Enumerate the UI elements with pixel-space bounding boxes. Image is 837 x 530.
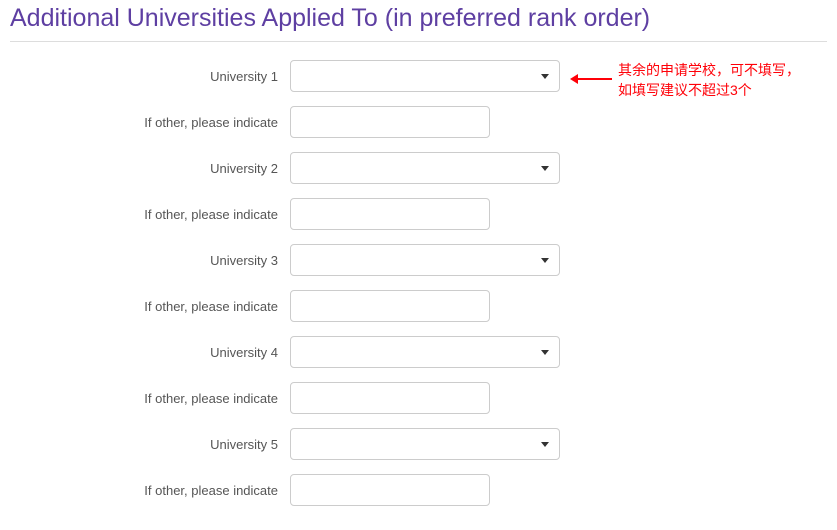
label-university-4: University 4 xyxy=(10,345,290,360)
form-row-other-4: If other, please indicate xyxy=(10,382,827,414)
annotation-line-1: 其余的申请学校，可不填写， xyxy=(618,60,800,80)
other-5-input[interactable] xyxy=(290,474,490,506)
label-university-2: University 2 xyxy=(10,161,290,176)
form-row-university-5: University 5 xyxy=(10,428,827,460)
form-row-other-3: If other, please indicate xyxy=(10,290,827,322)
arrow-left-icon xyxy=(570,74,612,84)
label-university-1: University 1 xyxy=(10,69,290,84)
label-other-2: If other, please indicate xyxy=(10,207,290,222)
university-1-select[interactable] xyxy=(290,60,560,92)
annotation-line-2: 如填写建议不超过3个 xyxy=(618,80,800,100)
form-row-other-5: If other, please indicate xyxy=(10,474,827,506)
label-university-5: University 5 xyxy=(10,437,290,452)
label-university-3: University 3 xyxy=(10,253,290,268)
other-2-input[interactable] xyxy=(290,198,490,230)
form-row-other-2: If other, please indicate xyxy=(10,198,827,230)
form-row-university-4: University 4 xyxy=(10,336,827,368)
annotation-text: 其余的申请学校，可不填写， 如填写建议不超过3个 xyxy=(618,60,800,100)
form-block: University 1 If other, please indicate U… xyxy=(10,60,827,506)
chevron-down-icon xyxy=(541,442,549,447)
university-4-select[interactable] xyxy=(290,336,560,368)
label-other-4: If other, please indicate xyxy=(10,391,290,406)
label-other-5: If other, please indicate xyxy=(10,483,290,498)
form-row-other-1: If other, please indicate xyxy=(10,106,827,138)
university-5-select[interactable] xyxy=(290,428,560,460)
annotation: 其余的申请学校，可不填写， 如填写建议不超过3个 xyxy=(570,60,800,100)
university-2-select[interactable] xyxy=(290,152,560,184)
label-other-1: If other, please indicate xyxy=(10,115,290,130)
chevron-down-icon xyxy=(541,258,549,263)
chevron-down-icon xyxy=(541,74,549,79)
label-other-3: If other, please indicate xyxy=(10,299,290,314)
other-4-input[interactable] xyxy=(290,382,490,414)
chevron-down-icon xyxy=(541,166,549,171)
form-row-university-3: University 3 xyxy=(10,244,827,276)
other-3-input[interactable] xyxy=(290,290,490,322)
divider xyxy=(10,41,827,42)
page: Additional Universities Applied To (in p… xyxy=(0,0,837,530)
university-3-select[interactable] xyxy=(290,244,560,276)
form-row-university-2: University 2 xyxy=(10,152,827,184)
section-title: Additional Universities Applied To (in p… xyxy=(10,4,827,35)
chevron-down-icon xyxy=(541,350,549,355)
other-1-input[interactable] xyxy=(290,106,490,138)
